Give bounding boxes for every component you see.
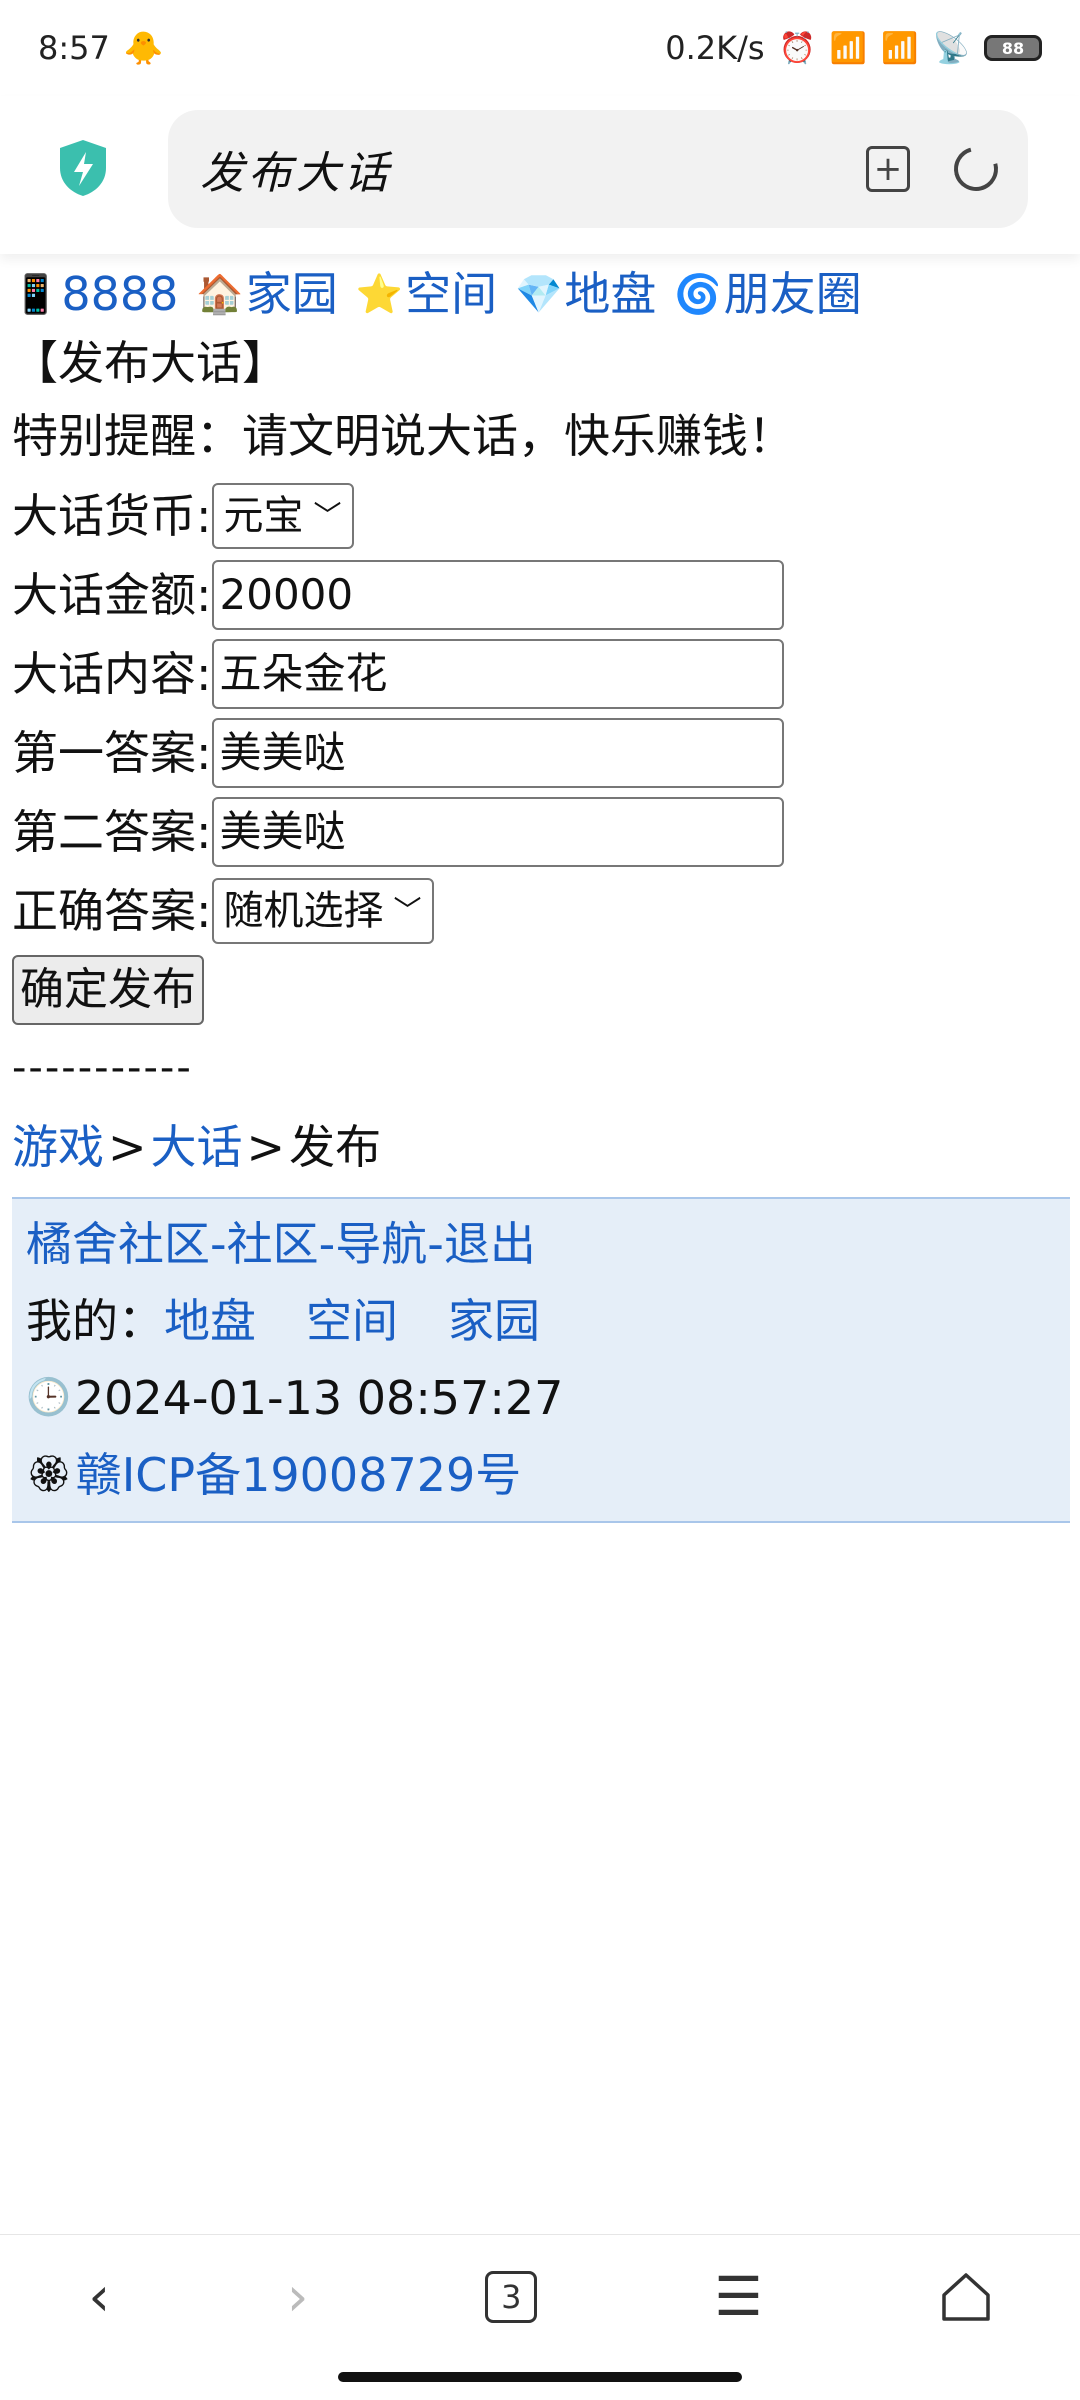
breadcrumb-dahua[interactable]: 大话: [151, 1124, 243, 1170]
page-title: 【发布大话】: [12, 336, 288, 390]
footer-community-link[interactable]: 社区: [227, 1221, 319, 1267]
page-content: 📱 8888 🏠 家园 ⭐ 空间 💎 地盘 🌀 朋友圈 【发布大话】 特别提醒：…: [12, 258, 1072, 1523]
currency-value: 元宝: [223, 492, 304, 539]
amount-row: 大话金额: 20000: [12, 555, 1072, 634]
breadcrumb-game[interactable]: 游戏: [12, 1124, 104, 1170]
nav-item-dipan[interactable]: 💎 地盘: [515, 271, 656, 317]
nav-label[interactable]: 朋友圈: [724, 271, 862, 317]
correct-select[interactable]: 随机选择 ﹀: [211, 877, 434, 944]
nav-item-space[interactable]: ⭐ 空间: [356, 271, 497, 317]
amount-label: 大话金额:: [12, 567, 212, 622]
browser-toolbar: 发布大话 +: [0, 96, 1080, 254]
emblem-icon: 🏵: [26, 1453, 72, 1495]
battery-icon: 88: [984, 35, 1042, 61]
currency-label: 大话货币:: [12, 488, 212, 543]
footer-site-link[interactable]: 橘舍社区: [26, 1221, 210, 1267]
footer: 橘舍社区 - 社区 - 导航 - 退出 我的： 地盘 空间 家园 🕒 2024-…: [12, 1197, 1070, 1523]
back-icon[interactable]: ‹: [88, 2265, 110, 2328]
address-bar[interactable]: 发布大话 +: [168, 110, 1028, 228]
signal-icon: 📶: [829, 30, 868, 66]
content-row: 大话内容: 五朵金花: [12, 634, 1072, 713]
submit-row: 确定发布: [12, 950, 1072, 1029]
reload-icon[interactable]: [945, 138, 1007, 200]
wifi-icon: 📡: [932, 30, 970, 66]
url-title[interactable]: 发布大话: [200, 137, 866, 201]
alarm-icon: ⏰: [778, 30, 816, 66]
tabs-icon[interactable]: 3: [485, 2270, 538, 2323]
home-icon[interactable]: [940, 2271, 992, 2323]
browser-bottom-nav: ‹ › 3 ☰: [0, 2234, 1080, 2358]
footer-icp: 🏵 赣ICP备19008729号: [26, 1436, 1056, 1513]
answer1-label: 第一答案:: [12, 725, 212, 780]
star-icon: ⭐: [355, 272, 404, 316]
gem-icon: 💎: [515, 272, 563, 316]
answer1-row: 第一答案: 美美哒: [12, 713, 1072, 792]
clock-icon: 🕒: [26, 1376, 71, 1418]
correct-value: 随机选择: [223, 887, 384, 934]
chevron-down-icon: ﹀: [313, 498, 342, 532]
footer-logout-link[interactable]: 退出: [444, 1221, 536, 1267]
footer-mine-space[interactable]: 空间: [306, 1298, 398, 1344]
currency-row: 大话货币: 元宝 ﹀: [12, 476, 1072, 555]
chevron-down-icon: ﹀: [393, 893, 422, 927]
footer-mine-home[interactable]: 家园: [448, 1298, 540, 1344]
network-speed: 0.2K/s: [665, 29, 765, 67]
phone-icon: 📱: [12, 272, 60, 316]
correct-label: 正确答案:: [12, 883, 212, 938]
submit-button[interactable]: 确定发布: [12, 954, 204, 1025]
nav-label[interactable]: 地盘: [564, 271, 656, 317]
menu-icon[interactable]: ☰: [714, 2265, 762, 2328]
icp-link[interactable]: 赣ICP备19008729号: [76, 1452, 522, 1498]
aperture-icon: 🌀: [674, 272, 722, 316]
footer-nav-link[interactable]: 导航: [335, 1221, 427, 1267]
footer-datetime: 🕒 2024-01-13 08:57:27: [26, 1359, 1056, 1436]
content-label: 大话内容:: [12, 646, 212, 701]
nav-item-8888[interactable]: 📱 8888: [12, 271, 178, 317]
divider: -----------: [12, 1045, 193, 1091]
answer1-input[interactable]: 美美哒: [211, 717, 784, 788]
breadcrumb-sep: >: [246, 1120, 286, 1174]
footer-links: 橘舍社区 - 社区 - 导航 - 退出: [26, 1205, 1056, 1282]
nav-label[interactable]: 空间: [405, 271, 497, 317]
answer2-input[interactable]: 美美哒: [211, 796, 784, 867]
bookmark-add-icon[interactable]: +: [866, 146, 910, 192]
footer-mine-label: 我的：: [26, 1293, 164, 1348]
amount-input[interactable]: 20000: [211, 559, 784, 630]
footer-mine-dipan[interactable]: 地盘: [164, 1298, 256, 1344]
correct-row: 正确答案: 随机选择 ﹀: [12, 871, 1072, 950]
notification-icon: 🐥: [123, 29, 164, 67]
footer-mine: 我的： 地盘 空间 家园: [26, 1282, 1056, 1359]
footer-dash: -: [427, 1216, 444, 1271]
breadcrumb-sep: >: [108, 1120, 147, 1174]
currency-select[interactable]: 元宝 ﹀: [211, 482, 354, 549]
top-nav: 📱 8888 🏠 家园 ⭐ 空间 💎 地盘 🌀 朋友圈: [12, 258, 1072, 330]
status-bar: 8:57 🐥 0.2K/s ⏰ 📶 📶 📡 88: [0, 0, 1080, 96]
datetime-text: 2024-01-13 08:57:27: [74, 1370, 564, 1425]
nav-label[interactable]: 家园: [246, 271, 338, 317]
content-input[interactable]: 五朵金花: [211, 638, 784, 709]
shield-icon[interactable]: [56, 138, 110, 198]
footer-dash: -: [210, 1216, 227, 1271]
status-time: 8:57: [38, 29, 110, 67]
nav-item-moments[interactable]: 🌀 朋友圈: [674, 271, 861, 317]
footer-dash: -: [318, 1216, 336, 1271]
signal-icon-2: 📶: [881, 30, 919, 66]
nav-item-home[interactable]: 🏠 家园: [196, 271, 337, 317]
breadcrumb: 游戏 > 大话 > 发布: [12, 1107, 1072, 1187]
forward-icon[interactable]: ›: [287, 2265, 309, 2328]
home-indicator[interactable]: [338, 2372, 742, 2382]
breadcrumb-current: 发布: [289, 1120, 382, 1174]
nav-label[interactable]: 8888: [61, 271, 178, 317]
answer2-label: 第二答案:: [12, 804, 212, 859]
answer2-row: 第二答案: 美美哒: [12, 792, 1072, 871]
house-icon: 🏠: [196, 272, 244, 316]
notice-text: 特别提醒：请文明说大话，快乐赚钱！: [12, 409, 794, 463]
tab-count: 3: [501, 2277, 522, 2316]
